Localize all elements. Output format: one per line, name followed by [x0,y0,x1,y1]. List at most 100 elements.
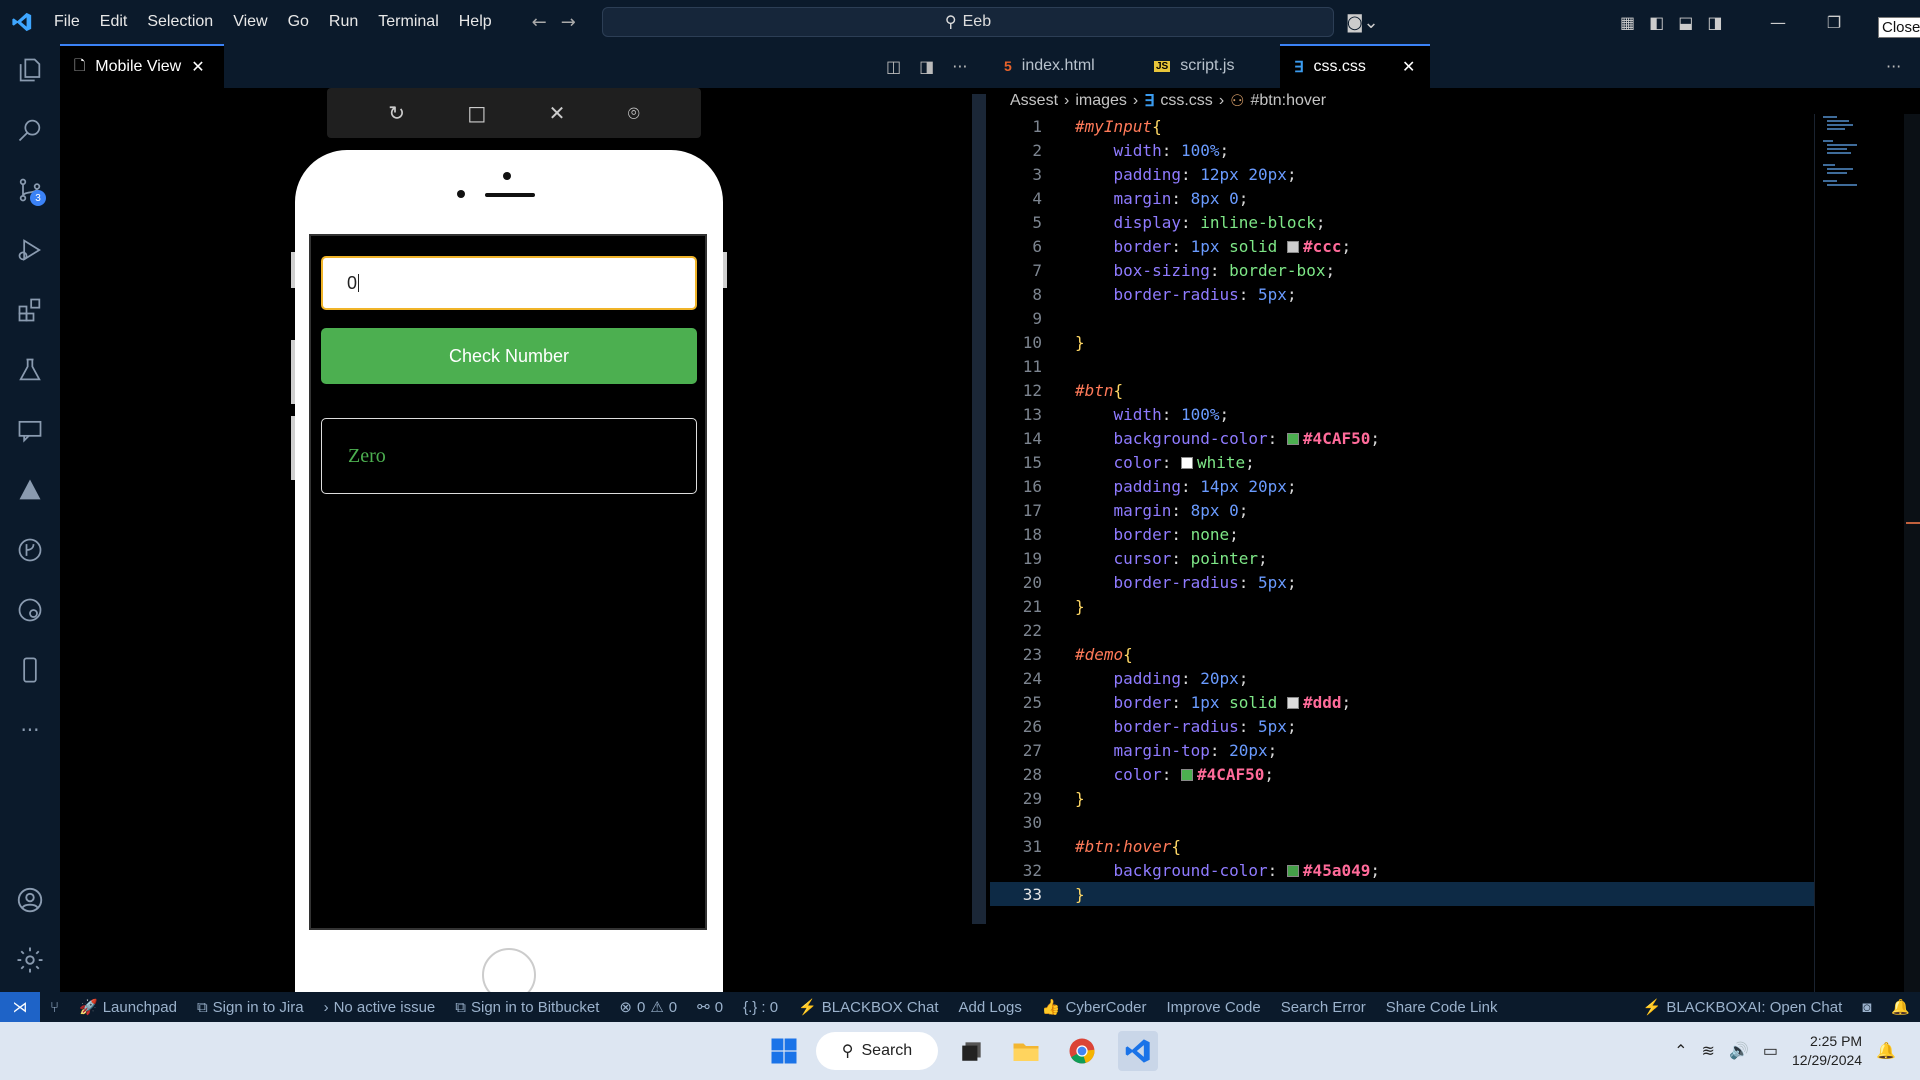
toggle-primary-sidebar-icon[interactable]: ◧ [1649,13,1664,32]
close-preview-icon[interactable]: ✕ [549,101,566,125]
warning-count: 0 [668,998,678,1016]
battery-icon[interactable]: ▭ [1763,1041,1778,1061]
code-line: 19 cursor: pointer; [1022,548,1268,568]
file-explorer-icon[interactable] [1006,1031,1046,1071]
status-improve-code[interactable]: Improve Code [1156,999,1270,1016]
toggle-panel-icon[interactable]: ⬓ [1678,13,1693,32]
vscode-taskbar-icon[interactable] [1118,1031,1158,1071]
clock-time: 2:25 PM [1809,1033,1863,1049]
rotate-icon[interactable]: □ [467,101,486,125]
status-share-code-link[interactable]: Share Code Link [1376,999,1508,1016]
code-line: 12 #btn{ [1022,380,1124,400]
copilot-icon[interactable]: ◙⌄ [1346,12,1379,33]
code-editor[interactable]: 1 #myInput{ 2 width: 100%; 3 padding: 12p… [990,114,1814,992]
check-number-button[interactable]: Check Number [321,328,697,384]
menu-help[interactable]: Help [449,13,502,31]
status-problems[interactable]: ⊗ 0 ⚠ 0 [609,998,687,1017]
status-blackbox-chat[interactable]: ⚡ BLACKBOX Chat [788,998,948,1017]
taskbar-search[interactable]: ⚲ Search [816,1032,938,1070]
refresh-icon[interactable]: ↻ [388,101,405,125]
mobile-view-icon[interactable] [12,652,48,688]
tab-mobile-view[interactable]: 🗋 Mobile View ✕ [60,44,224,88]
forward-arrow-icon[interactable]: → [561,12,576,33]
breadcrumb-item[interactable]: images [1075,92,1127,110]
git-graph-icon[interactable] [12,532,48,568]
status-issue[interactable]: › No active issue [314,999,446,1016]
result-text: Zero [348,444,386,467]
close-icon[interactable]: ✕ [1402,57,1415,77]
remote-indicator-icon[interactable]: ⋊ [0,992,40,1022]
status-cybercoder[interactable]: 👍 CyberCoder [1032,998,1157,1017]
search-view-icon[interactable] [12,112,48,148]
status-search-error[interactable]: Search Error [1271,999,1376,1016]
status-add-logs[interactable]: Add Logs [949,999,1032,1016]
status-bracket-count[interactable]: {.} : 0 [733,999,788,1016]
status-launchpad[interactable]: 🚀 Launchpad [69,998,187,1017]
color-swatch[interactable] [1286,240,1299,253]
minimize-button[interactable]: — [1750,0,1806,44]
run-debug-icon[interactable] [12,232,48,268]
wifi-icon[interactable]: ≋ [1702,1041,1715,1061]
azure-icon[interactable] [12,472,48,508]
close-tooltip: Close [1878,17,1920,38]
number-input[interactable]: 0 [321,256,697,310]
task-view-icon[interactable] [952,1031,992,1071]
status-ports[interactable]: ⚯ 0 [687,998,733,1017]
breadcrumb-item[interactable]: Assest [1010,92,1058,110]
menu-edit[interactable]: Edit [90,13,138,31]
status-bitbucket-label: Sign in to Bitbucket [471,998,600,1016]
notifications-bell-icon[interactable]: 🔔 [1881,998,1920,1016]
explorer-icon[interactable] [12,52,48,88]
menu-view[interactable]: View [223,13,277,31]
extensions-icon[interactable] [12,292,48,328]
menu-selection[interactable]: Selection [137,13,223,31]
minimap[interactable] [1814,114,1904,992]
volume-icon[interactable]: 🔊 [1729,1041,1749,1061]
breadcrumb-item[interactable]: #btn:hover [1250,92,1326,110]
source-control-icon[interactable]: 3 [12,172,48,208]
more-actions-icon[interactable]: ··· [952,57,967,76]
color-swatch[interactable] [1286,696,1299,709]
clock[interactable]: 2:25 PM 12/29/2024 [1792,1032,1862,1070]
color-swatch[interactable] [1286,864,1299,877]
menu-file[interactable]: File [44,13,90,31]
toggle-secondary-sidebar-icon[interactable]: ◨ [1707,13,1722,32]
notification-bell-icon[interactable]: 🔔 [1876,1041,1896,1061]
back-arrow-icon[interactable]: ← [532,12,547,33]
breadcrumb-item[interactable]: css.css [1160,92,1212,110]
status-jira[interactable]: ⧉ Sign in to Jira [187,999,314,1016]
split-editor-icon[interactable]: ◨ [919,57,934,76]
color-swatch[interactable] [1286,432,1299,445]
status-bitbucket[interactable]: ⧉ Sign in to Bitbucket [445,999,609,1016]
more-icon[interactable]: ··· [12,712,48,748]
right-scrollbar[interactable] [1904,114,1920,992]
status-blackboxai-open-chat[interactable]: ⚡ BLACKBOXAI: Open Chat [1633,998,1853,1017]
live-share-icon[interactable] [12,592,48,628]
chevron-up-icon[interactable]: ⌃ [1674,1041,1687,1061]
screenshot-camera-icon[interactable]: ⌾ [628,101,640,125]
chat-icon[interactable] [12,412,48,448]
color-swatch[interactable] [1180,456,1193,469]
close-icon[interactable]: ✕ [191,57,204,77]
color-swatch[interactable] [1180,768,1193,781]
menu-terminal[interactable]: Terminal [368,13,448,31]
phone-speaker [485,193,535,197]
tab-index-html[interactable]: 5 index.html [990,44,1140,88]
chrome-icon[interactable] [1062,1031,1102,1071]
restore-button[interactable]: ❐ [1806,0,1862,44]
menu-go[interactable]: Go [278,13,319,31]
customize-layout-icon[interactable]: ▦ [1620,13,1635,32]
accounts-icon[interactable] [12,882,48,918]
more-actions-icon[interactable]: ··· [1886,57,1901,76]
windows-start-icon[interactable] [764,1031,804,1071]
settings-gear-icon[interactable] [12,942,48,978]
tab-css-css[interactable]: ∃ css.css ✕ [1280,44,1430,88]
tab-script-js[interactable]: JS script.js [1140,44,1280,88]
copilot-status-icon[interactable]: ◙ [1852,999,1881,1016]
command-center-search[interactable]: ⚲ Eeb [602,7,1334,37]
testing-flask-icon[interactable] [12,352,48,388]
git-branch-icon[interactable]: ⑂ [40,999,69,1016]
menu-run[interactable]: Run [319,13,368,31]
left-scrollbar[interactable] [972,94,986,924]
open-changes-icon[interactable]: ◫ [886,57,901,76]
